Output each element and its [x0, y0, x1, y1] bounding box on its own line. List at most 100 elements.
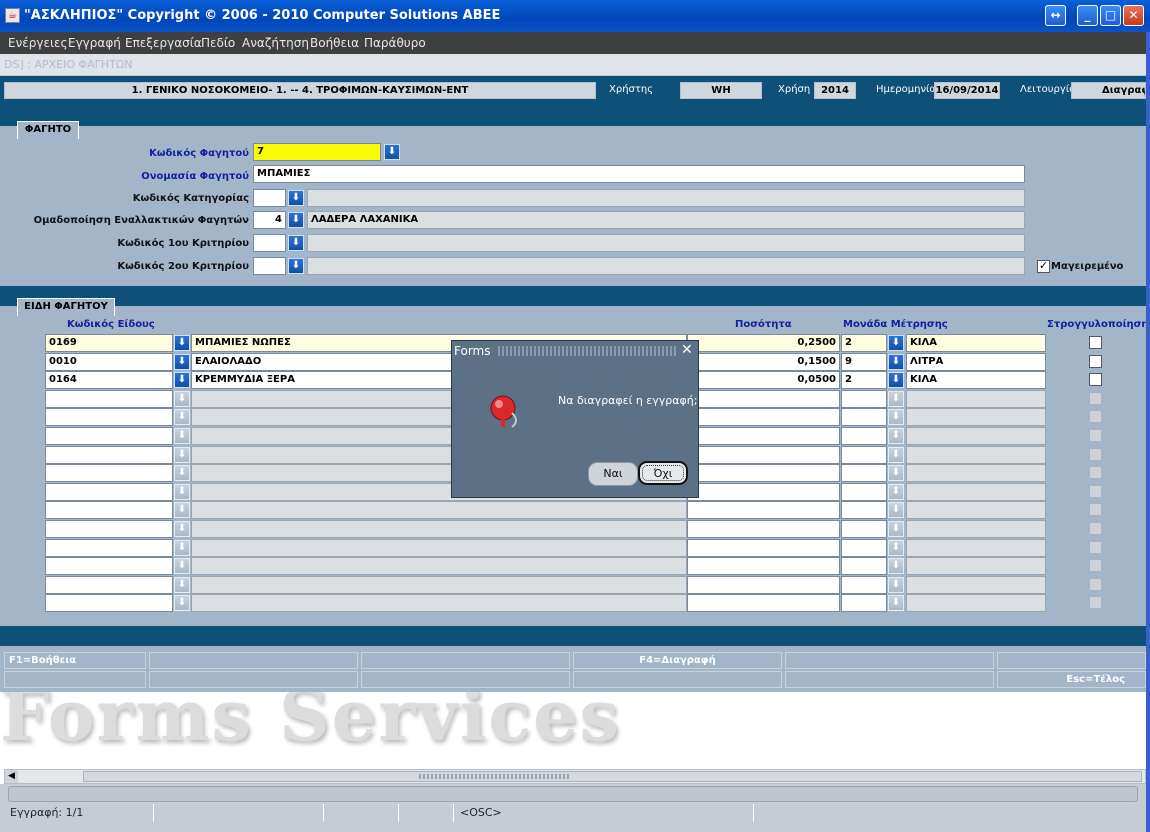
category-input[interactable]	[253, 189, 286, 207]
unit-lov-icon[interactable]: ⬇	[888, 558, 904, 575]
round-checkbox[interactable]	[1089, 503, 1102, 517]
item-qty-input[interactable]	[687, 427, 840, 445]
menu-actions[interactable]: Ενέργειες	[8, 36, 68, 50]
fkey-blank[interactable]	[785, 671, 994, 688]
item-qty-input[interactable]	[687, 445, 840, 464]
item-lov-icon[interactable]: ⬇	[174, 446, 190, 463]
unit-code-input[interactable]	[841, 445, 887, 464]
unit-code-input[interactable]: 2	[841, 371, 887, 390]
unit-code-input[interactable]: 9	[841, 352, 887, 371]
f4-delete-key[interactable]: F4=Διαγραφή	[573, 652, 782, 669]
item-qty-input[interactable]	[687, 482, 840, 501]
unit-code-input[interactable]	[841, 557, 887, 576]
item-qty-input[interactable]	[687, 575, 840, 594]
unit-lov-icon[interactable]: ⬇	[888, 446, 904, 463]
round-checkbox[interactable]	[1089, 336, 1102, 349]
item-qty-input[interactable]	[687, 520, 840, 538]
unit-lov-icon[interactable]: ⬇	[888, 372, 904, 389]
item-code-input[interactable]	[45, 520, 173, 538]
item-code-input[interactable]	[45, 464, 173, 483]
round-checkbox[interactable]	[1089, 466, 1102, 480]
menu-query[interactable]: Αναζήτηση	[242, 36, 309, 50]
unit-code-input[interactable]	[841, 520, 887, 538]
item-lov-icon[interactable]: ⬇	[174, 483, 190, 500]
item-qty-input[interactable]	[687, 557, 840, 576]
fkey-blank[interactable]	[4, 671, 146, 688]
item-code-input[interactable]: 0169	[45, 334, 173, 352]
unit-code-input[interactable]	[841, 594, 887, 613]
food-code-input[interactable]: 7	[253, 143, 381, 161]
item-lov-icon[interactable]: ⬇	[174, 576, 190, 593]
dialog-close-icon[interactable]: ✕	[681, 342, 693, 358]
unit-lov-icon[interactable]: ⬇	[888, 539, 904, 556]
item-lov-icon[interactable]: ⬇	[174, 558, 190, 575]
fkey-blank[interactable]	[573, 671, 782, 688]
food-name-input[interactable]: ΜΠΑΜΙΕΣ	[253, 165, 1025, 183]
group-input[interactable]: 4	[253, 211, 286, 229]
round-checkbox[interactable]	[1089, 391, 1102, 405]
item-qty-input[interactable]: 0,1500	[687, 352, 840, 371]
unit-lov-icon[interactable]: ⬇	[888, 576, 904, 593]
fkey-blank[interactable]	[361, 671, 570, 688]
fkey-blank[interactable]	[149, 652, 358, 669]
unit-lov-icon[interactable]: ⬇	[888, 595, 904, 612]
f1-help-key[interactable]: F1=Βοήθεια	[4, 652, 146, 669]
round-checkbox[interactable]	[1089, 373, 1102, 387]
unit-lov-icon[interactable]: ⬇	[888, 335, 904, 351]
unit-code-input[interactable]	[841, 427, 887, 445]
item-qty-input[interactable]: 0,0500	[687, 371, 840, 390]
item-code-input[interactable]	[45, 445, 173, 464]
item-lov-icon[interactable]: ⬇	[174, 372, 190, 389]
item-qty-input[interactable]	[687, 389, 840, 408]
round-checkbox[interactable]	[1089, 447, 1102, 461]
unit-code-input[interactable]	[841, 538, 887, 557]
item-code-input[interactable]	[45, 427, 173, 445]
item-qty-input[interactable]	[687, 408, 840, 427]
round-checkbox[interactable]	[1089, 540, 1102, 554]
item-lov-icon[interactable]: ⬇	[174, 539, 190, 556]
fkey-blank[interactable]	[785, 652, 994, 669]
item-lov-icon[interactable]: ⬇	[174, 465, 190, 482]
category-lov-icon[interactable]: ⬇	[288, 190, 304, 206]
item-lov-icon[interactable]: ⬇	[174, 390, 190, 407]
menu-help[interactable]: Βοήθεια	[310, 36, 359, 50]
fkey-blank[interactable]	[361, 652, 570, 669]
item-code-input[interactable]: 0164	[45, 371, 173, 390]
round-checkbox[interactable]	[1089, 410, 1102, 424]
item-code-input[interactable]	[45, 538, 173, 557]
round-checkbox[interactable]	[1089, 559, 1102, 573]
unit-lov-icon[interactable]: ⬇	[888, 428, 904, 444]
unit-lov-icon[interactable]: ⬇	[888, 353, 904, 370]
yes-button[interactable]: Ναι	[588, 462, 638, 486]
item-code-input[interactable]: 0010	[45, 352, 173, 371]
no-button[interactable]: Όχι	[638, 461, 688, 485]
close-button[interactable]: ✕	[1123, 5, 1144, 26]
round-checkbox[interactable]	[1089, 484, 1102, 498]
item-code-input[interactable]	[45, 389, 173, 408]
item-lov-icon[interactable]: ⬇	[174, 335, 190, 351]
item-code-input[interactable]	[45, 482, 173, 501]
minimize-button[interactable]: _	[1077, 5, 1098, 26]
item-code-input[interactable]	[45, 575, 173, 594]
item-qty-input[interactable]	[687, 594, 840, 613]
scroll-thumb[interactable]	[83, 771, 1142, 782]
item-code-input[interactable]	[45, 501, 173, 520]
maximize-button[interactable]: □	[1100, 5, 1121, 26]
fkey-blank[interactable]	[149, 671, 358, 688]
item-lov-icon[interactable]: ⬇	[174, 521, 190, 537]
item-code-input[interactable]	[45, 408, 173, 427]
horizontal-scrollbar[interactable]: ◀	[4, 769, 1146, 784]
round-checkbox[interactable]	[1089, 354, 1102, 368]
unit-code-input[interactable]	[841, 464, 887, 483]
unit-lov-icon[interactable]: ⬇	[888, 502, 904, 519]
esc-exit-key[interactable]: Esc=Τέλος	[997, 671, 1146, 688]
food-code-lov-icon[interactable]: ⬇	[384, 144, 400, 160]
unit-code-input[interactable]	[841, 389, 887, 408]
unit-lov-icon[interactable]: ⬇	[888, 409, 904, 426]
crit1-input[interactable]	[253, 234, 286, 252]
item-lov-icon[interactable]: ⬇	[174, 595, 190, 612]
unit-code-input[interactable]: 2	[841, 334, 887, 352]
restore-arrows-icon[interactable]: ↔	[1045, 5, 1066, 26]
item-qty-input[interactable]	[687, 501, 840, 520]
crit1-lov-icon[interactable]: ⬇	[288, 235, 304, 251]
